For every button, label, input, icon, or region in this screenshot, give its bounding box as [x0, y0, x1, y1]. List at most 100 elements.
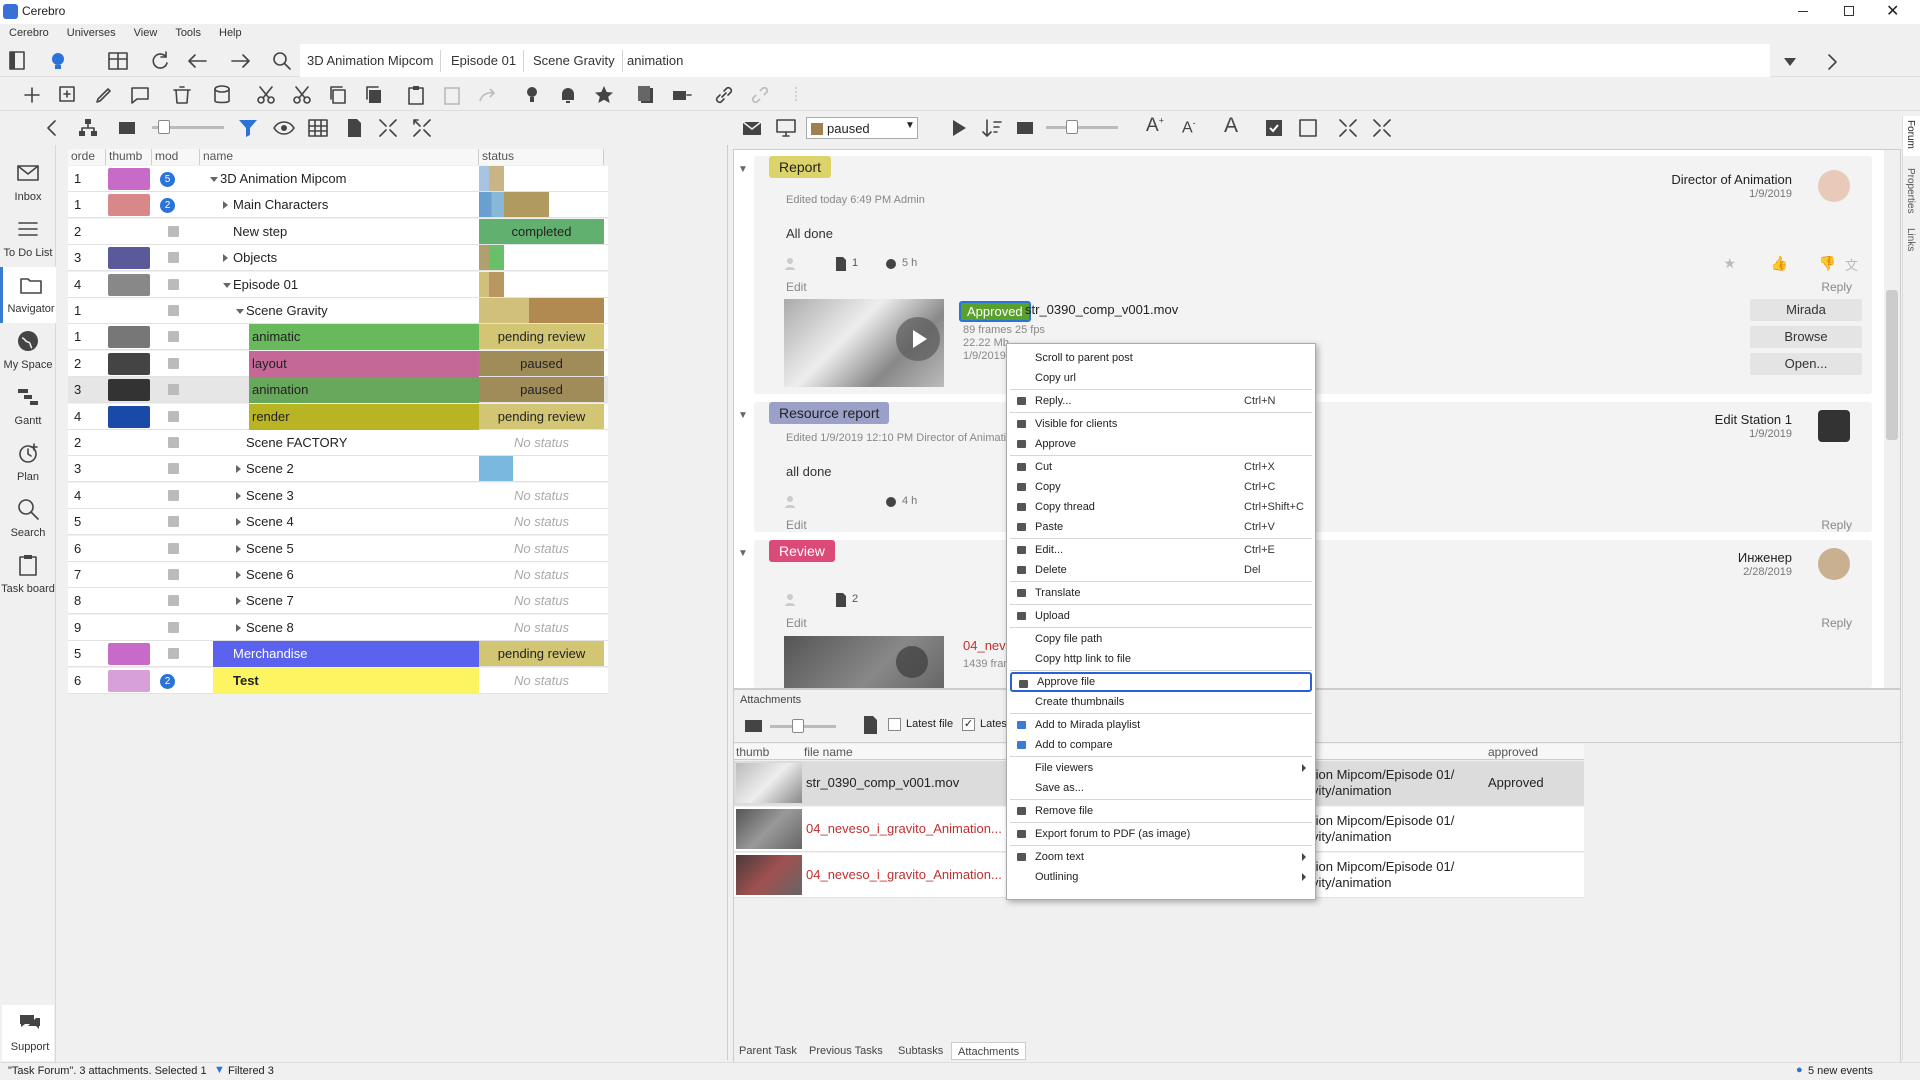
row-name[interactable]: 3D Animation Mipcom: [220, 166, 346, 192]
table-icon[interactable]: [306, 116, 330, 140]
edit-link[interactable]: Edit: [786, 616, 807, 630]
column-header-thumb[interactable]: thumb: [106, 149, 152, 165]
row-name[interactable]: animation: [249, 377, 479, 404]
translate-icon[interactable]: 文: [1845, 255, 1858, 274]
thumbnail-size-icon[interactable]: [744, 717, 764, 735]
column-header-mod[interactable]: mod: [152, 149, 200, 165]
row-thumbnail[interactable]: [108, 194, 150, 217]
breadcrumb-scene[interactable]: Scene Gravity: [526, 50, 623, 72]
row-name[interactable]: Episode 01: [233, 272, 298, 298]
menu-item-edit[interactable]: Edit... Ctrl+E: [1010, 540, 1312, 560]
database-icon[interactable]: [210, 83, 234, 107]
layout-icon[interactable]: [106, 49, 130, 73]
alarm-icon[interactable]: [556, 83, 580, 107]
latest-file-checkbox[interactable]: [888, 718, 901, 731]
sidebar-item-gantt[interactable]: Gantt: [0, 379, 56, 435]
mail-filter-icon[interactable]: [740, 116, 764, 140]
tree-row[interactable]: 8 Scene 7 No status: [68, 588, 608, 615]
expand-arrow-icon[interactable]: [236, 623, 241, 632]
menu-item-file-viewers[interactable]: File viewers: [1010, 758, 1312, 778]
cut-link-icon[interactable]: [290, 83, 314, 107]
sidebar-item-inbox[interactable]: Inbox: [0, 155, 56, 211]
attachment-file-name[interactable]: 04_neveso_i_gravito_Animation...: [806, 867, 1002, 882]
tab-links[interactable]: Links: [1905, 228, 1916, 251]
menu-item-translate[interactable]: Translate: [1010, 583, 1312, 603]
sidebar-item-plan[interactable]: Plan: [0, 435, 56, 491]
row-status[interactable]: completed: [479, 218, 604, 244]
row-name[interactable]: animatic: [249, 324, 479, 351]
row-name[interactable]: Scene 7: [246, 588, 294, 614]
browse-button[interactable]: Browse: [1750, 326, 1862, 348]
forum-scroll-thumb[interactable]: [1886, 290, 1898, 440]
add-icon[interactable]: [20, 83, 44, 107]
eye-icon[interactable]: [272, 116, 296, 140]
row-status[interactable]: No status: [479, 562, 604, 587]
row-name[interactable]: Scene 5: [246, 536, 294, 562]
filter-icon[interactable]: [236, 116, 260, 140]
row-status[interactable]: No status: [479, 615, 604, 640]
tree-row[interactable]: 3 Scene 2: [68, 456, 608, 483]
message-icon[interactable]: [128, 83, 152, 107]
row-thumbnail[interactable]: [108, 326, 150, 349]
add-subtask-icon[interactable]: [56, 83, 80, 107]
row-name[interactable]: layout: [249, 350, 479, 377]
row-name[interactable]: Scene 4: [246, 509, 294, 535]
column-header-thumb[interactable]: thumb: [736, 745, 769, 759]
menu-help[interactable]: Help: [210, 25, 251, 39]
panel-toggle-icon[interactable]: [6, 49, 30, 73]
message-badge[interactable]: 2: [160, 673, 175, 689]
sort-icon[interactable]: [980, 116, 1004, 140]
menu-view[interactable]: View: [125, 25, 167, 39]
back-arrow-icon[interactable]: [186, 49, 210, 73]
reply-link[interactable]: Reply: [1821, 616, 1852, 630]
status-filter-select[interactable]: paused ▼: [806, 117, 918, 139]
tree-row[interactable]: 4 Scene 3 No status: [68, 482, 608, 509]
row-name[interactable]: Objects: [233, 245, 277, 271]
menu-item-visible-for-clients[interactable]: Visible for clients: [1010, 414, 1312, 434]
cut-icon[interactable]: [254, 83, 278, 107]
menu-item-reply[interactable]: Reply... Ctrl+N: [1010, 391, 1312, 411]
forward-arrow-icon[interactable]: [228, 49, 252, 73]
expand-arrow-icon[interactable]: [236, 465, 241, 474]
forum-thumb-size-icon[interactable]: [1014, 116, 1038, 140]
collapse-left-icon[interactable]: [40, 116, 64, 140]
row-status[interactable]: paused: [479, 350, 604, 376]
tree-row[interactable]: 1 animatic pending review: [68, 324, 608, 351]
menu-item-paste[interactable]: Paste Ctrl+V: [1010, 517, 1312, 537]
row-name[interactable]: Scene FACTORY: [246, 430, 347, 456]
row-name[interactable]: New step: [233, 219, 287, 245]
tab-attachments[interactable]: Attachments: [951, 1042, 1027, 1060]
row-status[interactable]: paused: [479, 377, 604, 403]
menu-item-approve[interactable]: Approve: [1010, 434, 1312, 454]
attachment-thumbnail[interactable]: [784, 299, 944, 387]
star-icon[interactable]: ★: [1723, 255, 1736, 272]
row-name[interactable]: Scene 2: [246, 456, 294, 482]
row-status[interactable]: pending review: [479, 403, 604, 429]
row-status[interactable]: [479, 192, 604, 218]
play-overlay-icon[interactable]: [896, 317, 940, 361]
menu-item-cut[interactable]: Cut Ctrl+X: [1010, 457, 1312, 477]
tree-row[interactable]: 4 Episode 01: [68, 271, 608, 298]
menu-tools[interactable]: Tools: [166, 25, 210, 39]
row-status[interactable]: No status: [479, 668, 604, 693]
row-name[interactable]: Scene 3: [246, 483, 294, 509]
menu-item-zoom-text[interactable]: Zoom text: [1010, 847, 1312, 867]
menu-item-create-thumbnails[interactable]: Create thumbnails: [1010, 692, 1312, 712]
dropdown-triangle-icon[interactable]: [1778, 50, 1802, 74]
thumbnail-size-icon[interactable]: [116, 116, 140, 140]
tab-previous-tasks[interactable]: Previous Tasks: [803, 1042, 889, 1060]
tree-row[interactable]: 5 Merchandise pending review: [68, 641, 608, 668]
breadcrumb-project[interactable]: 3D Animation Mipcom: [300, 50, 442, 72]
row-status[interactable]: [479, 298, 604, 323]
row-status[interactable]: [479, 166, 604, 191]
row-status[interactable]: pending review: [479, 324, 604, 350]
row-name[interactable]: render: [249, 403, 479, 430]
font-increase-icon[interactable]: A+: [1146, 115, 1164, 137]
font-decrease-icon[interactable]: A-: [1182, 118, 1196, 137]
tab-parent-task[interactable]: Parent Task: [733, 1042, 803, 1060]
row-status[interactable]: [479, 456, 513, 482]
mirada-button[interactable]: Mirada: [1750, 299, 1862, 321]
row-status[interactable]: [479, 245, 604, 271]
row-status[interactable]: No status: [479, 509, 604, 534]
row-thumbnail[interactable]: [108, 643, 150, 666]
